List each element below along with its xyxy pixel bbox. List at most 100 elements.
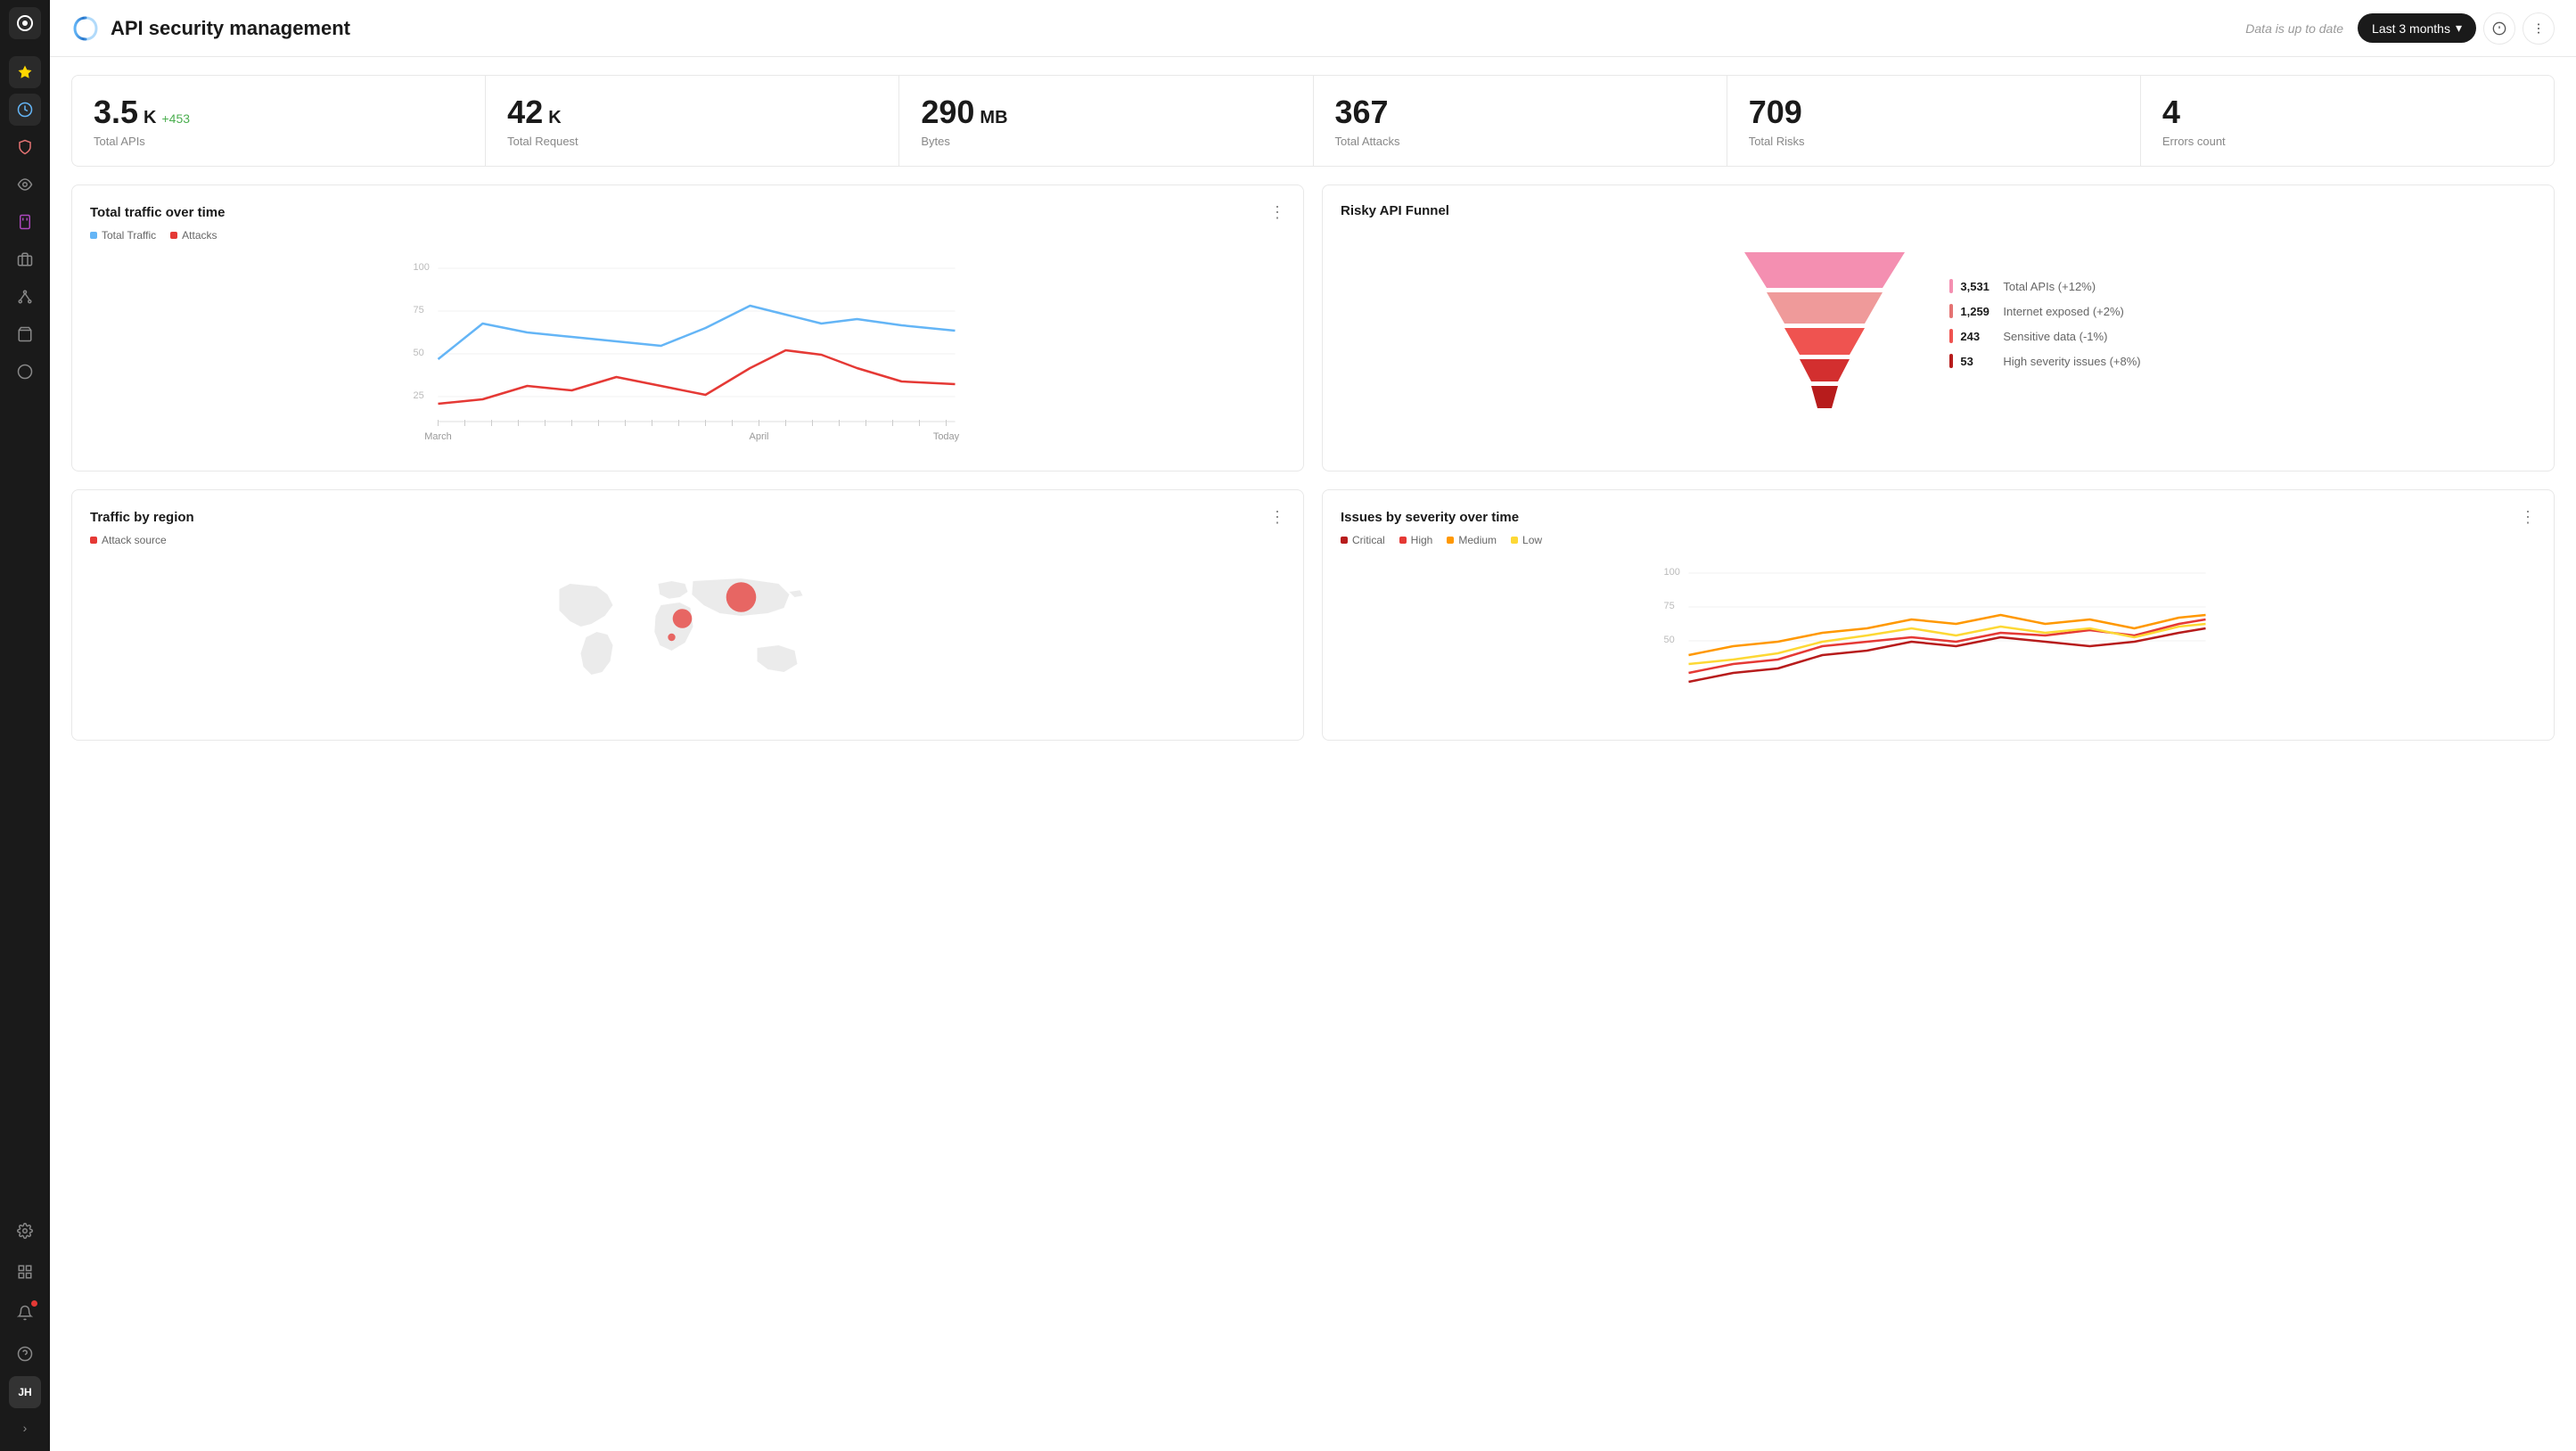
severity-chart-header: Issues by severity over time ⋮ [1341, 508, 2536, 527]
funnel-desc-3: High severity issues (+8%) [2003, 355, 2140, 368]
region-chart-card: Traffic by region ⋮ Attack source [71, 489, 1304, 741]
legend-critical: Critical [1341, 534, 1385, 546]
stats-row: 3.5K +453 Total APIs 42K Total Request 2… [71, 75, 2555, 167]
svg-text:100: 100 [1664, 567, 1680, 578]
sidebar-item-cart[interactable] [9, 318, 41, 350]
sidebar-item-help[interactable] [9, 1338, 41, 1370]
severity-chart-legend: Critical High Medium Low [1341, 534, 2536, 546]
region-chart-legend: Attack source [90, 534, 1285, 546]
legend-high: High [1399, 534, 1433, 546]
content-area: 3.5K +453 Total APIs 42K Total Request 2… [50, 57, 2576, 1451]
severity-chart-menu[interactable]: ⋮ [2520, 508, 2536, 527]
stat-total-risks: 709 Total Risks [1727, 76, 2141, 166]
stat-bytes-label: Bytes [921, 135, 1291, 148]
svg-text:100: 100 [414, 262, 430, 273]
funnel-item-0: 3,531 Total APIs (+12%) [1949, 279, 2140, 293]
legend-attacks-dot [170, 232, 177, 239]
sidebar-item-circle[interactable] [9, 356, 41, 388]
funnel-item-3: 53 High severity issues (+8%) [1949, 354, 2140, 368]
stat-errors-count: 4 Errors count [2141, 76, 2554, 166]
sidebar-item-star[interactable] [9, 56, 41, 88]
sidebar-item-notifications[interactable] [9, 1297, 41, 1329]
funnel-bar-1 [1949, 304, 1953, 318]
legend-total-traffic-dot [90, 232, 97, 239]
severity-chart-card: Issues by severity over time ⋮ Critical … [1322, 489, 2555, 741]
sidebar-item-plug[interactable] [9, 206, 41, 238]
charts-row-2: Traffic by region ⋮ Attack source [71, 489, 2555, 741]
legend-low-dot [1511, 537, 1518, 544]
legend-critical-dot [1341, 537, 1348, 544]
svg-text:50: 50 [414, 348, 424, 358]
stat-total-apis-label: Total APIs [94, 135, 464, 148]
legend-attack-source-dot [90, 537, 97, 544]
stat-total-attacks: 367 Total Attacks [1314, 76, 1727, 166]
header: API security management Data is up to da… [50, 0, 2576, 57]
legend-medium: Medium [1447, 534, 1497, 546]
stat-total-apis: 3.5K +453 Total APIs [72, 76, 486, 166]
funnel-chart-title: Risky API Funnel [1341, 203, 1449, 218]
more-menu-button[interactable] [2523, 12, 2555, 45]
traffic-chart-header: Total traffic over time ⋮ [90, 203, 1285, 222]
stat-total-apis-value: 3.5K +453 [94, 94, 464, 131]
funnel-value-3: 53 [1960, 355, 1996, 368]
date-range-arrow: ▾ [2456, 20, 2462, 36]
svg-text:75: 75 [1664, 601, 1675, 611]
traffic-chart-legend: Total Traffic Attacks [90, 229, 1285, 242]
funnel-item-1: 1,259 Internet exposed (+2%) [1949, 304, 2140, 318]
funnel-desc-2: Sensitive data (-1%) [2003, 330, 2107, 343]
sidebar-item-eye[interactable] [9, 168, 41, 201]
legend-medium-dot [1447, 537, 1454, 544]
sidebar-logo[interactable] [9, 7, 41, 39]
funnel-desc-0: Total APIs (+12%) [2003, 280, 2096, 293]
legend-attack-source: Attack source [90, 534, 167, 546]
legend-low: Low [1511, 534, 1542, 546]
funnel-chart-header: Risky API Funnel [1341, 203, 2536, 218]
svg-text:50: 50 [1664, 635, 1675, 645]
sidebar-item-nodes[interactable] [9, 281, 41, 313]
notifications-button[interactable] [2483, 12, 2515, 45]
traffic-chart-menu[interactable]: ⋮ [1269, 203, 1285, 222]
stat-total-request-label: Total Request [507, 135, 877, 148]
funnel-value-0: 3,531 [1960, 280, 1996, 293]
sidebar-item-shield[interactable] [9, 131, 41, 163]
page-title: API security management [111, 17, 2245, 40]
stat-total-risks-label: Total Risks [1749, 135, 2119, 148]
stat-total-request: 42K Total Request [486, 76, 899, 166]
sidebar-item-box[interactable] [9, 243, 41, 275]
funnel-value-2: 243 [1960, 330, 1996, 343]
funnel-bar-2 [1949, 329, 1953, 343]
main-content: API security management Data is up to da… [50, 0, 2576, 1451]
stat-total-attacks-label: Total Attacks [1335, 135, 1705, 148]
funnel-item-2: 243 Sensitive data (-1%) [1949, 329, 2140, 343]
region-chart-menu[interactable]: ⋮ [1269, 508, 1285, 527]
funnel-svg [1735, 234, 1914, 413]
funnel-desc-1: Internet exposed (+2%) [2003, 305, 2124, 318]
svg-text:March: March [424, 431, 452, 442]
world-map-svg [90, 557, 1285, 717]
date-range-label: Last 3 months [2372, 21, 2450, 36]
sidebar-item-dashboard[interactable] [9, 94, 41, 126]
svg-text:April: April [749, 431, 768, 442]
svg-text:25: 25 [414, 390, 424, 401]
sidebar-item-grid[interactable] [9, 1256, 41, 1288]
severity-chart-title: Issues by severity over time [1341, 510, 1519, 525]
funnel-legend: 3,531 Total APIs (+12%) 1,259 Internet e… [1949, 279, 2140, 368]
charts-row-1: Total traffic over time ⋮ Total Traffic … [71, 184, 2555, 471]
traffic-chart-card: Total traffic over time ⋮ Total Traffic … [71, 184, 1304, 471]
sidebar-expand-btn[interactable]: › [9, 1412, 41, 1444]
header-logo-icon [71, 14, 100, 43]
funnel-value-1: 1,259 [1960, 305, 1996, 318]
user-avatar[interactable]: JH [9, 1376, 41, 1408]
legend-attacks: Attacks [170, 229, 217, 242]
funnel-chart-card: Risky API Funnel [1322, 184, 2555, 471]
sidebar-item-settings[interactable] [9, 1215, 41, 1247]
legend-total-traffic: Total Traffic [90, 229, 156, 242]
legend-high-dot [1399, 537, 1407, 544]
severity-chart-svg: 100 75 50 [1341, 557, 2536, 717]
svg-text:Today: Today [933, 431, 960, 442]
funnel-bar-0 [1949, 279, 1953, 293]
region-chart-header: Traffic by region ⋮ [90, 508, 1285, 527]
traffic-chart-title: Total traffic over time [90, 205, 225, 220]
date-range-button[interactable]: Last 3 months ▾ [2358, 13, 2476, 43]
svg-text:75: 75 [414, 305, 424, 316]
